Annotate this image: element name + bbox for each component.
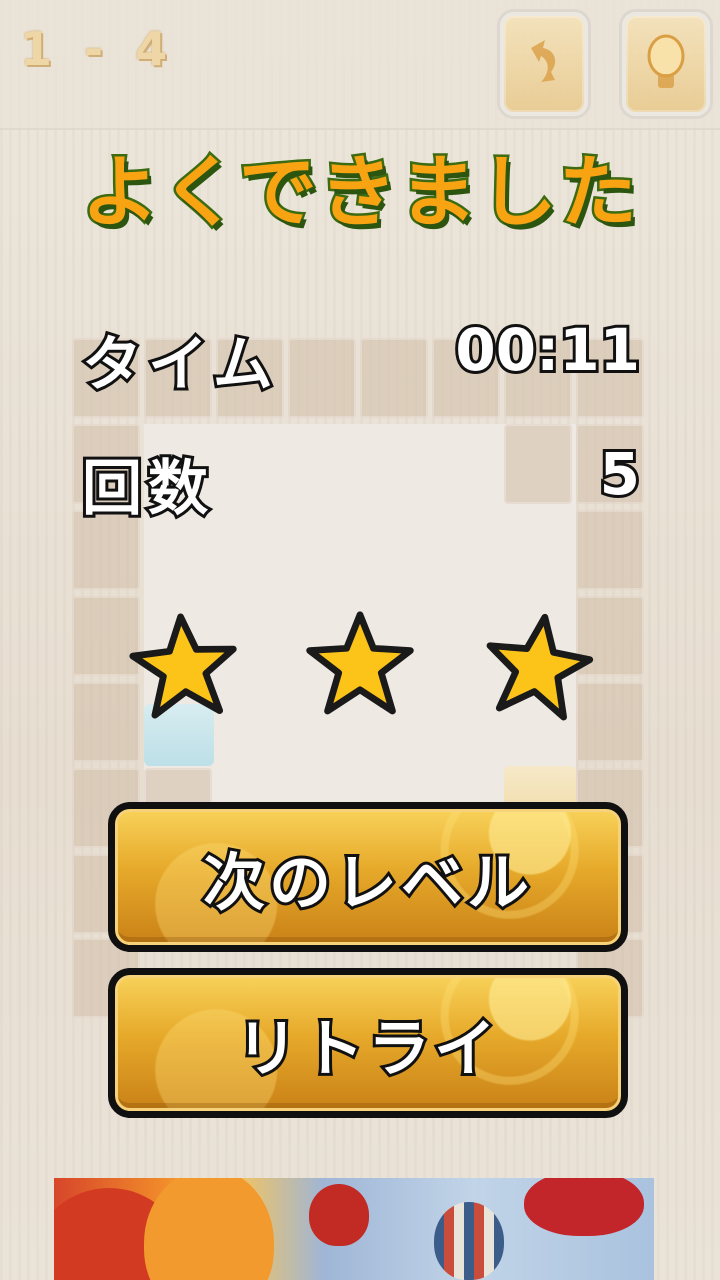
retry-label: リトライ: [233, 1009, 500, 1088]
board-cell: [576, 510, 644, 590]
next-level-button[interactable]: 次のレベル: [108, 802, 628, 952]
moves-value: 5: [597, 437, 643, 511]
star-icon: [304, 608, 416, 720]
board-cell: [504, 424, 572, 504]
board-cell: [360, 338, 428, 418]
ad-banner[interactable]: [54, 1178, 654, 1280]
balloon-image: [144, 1178, 274, 1280]
hint-button[interactable]: [622, 12, 710, 116]
undo-arrow-icon: [531, 40, 556, 82]
next-level-label: 次のレベル: [200, 843, 533, 922]
lightbulb-icon: [647, 34, 685, 88]
star-icon: [475, 603, 601, 729]
top-bar: 1 - 4: [0, 0, 720, 130]
board-cell: [288, 338, 356, 418]
result-title: よくできました: [79, 146, 640, 241]
undo-button[interactable]: [500, 12, 588, 116]
balloon-image: [524, 1178, 644, 1236]
balloon-image: [309, 1184, 369, 1246]
star-icon: [124, 606, 244, 726]
level-indicator: 1 - 4: [20, 22, 176, 76]
moves-label: 回数: [79, 451, 214, 527]
balloon-image: [434, 1202, 504, 1280]
time-label: タイム: [79, 327, 279, 403]
time-value: 00:11: [452, 313, 643, 387]
retry-button[interactable]: リトライ: [108, 968, 628, 1118]
